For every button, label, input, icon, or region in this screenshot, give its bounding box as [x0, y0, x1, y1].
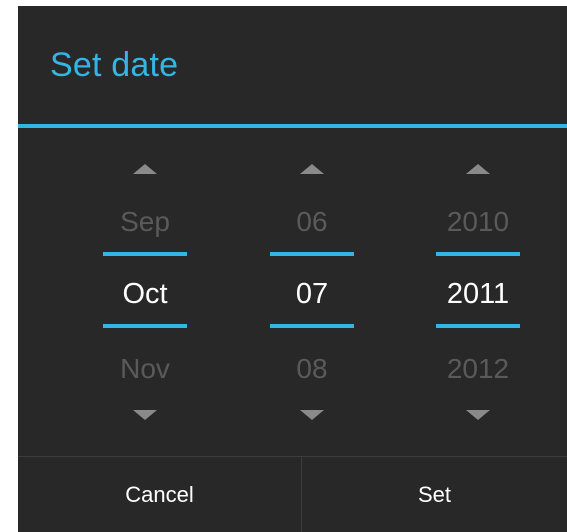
year-increment-icon[interactable] — [466, 164, 490, 174]
year-decrement-icon[interactable] — [466, 410, 490, 420]
month-current-value[interactable]: Oct — [90, 278, 200, 311]
day-selection-line-top — [270, 252, 354, 256]
day-selection-line-bottom — [270, 324, 354, 328]
dialog-button-bar: Cancel Set — [18, 456, 567, 532]
set-button[interactable]: Set — [302, 457, 567, 532]
day-next-value[interactable]: 08 — [257, 353, 367, 385]
cancel-button[interactable]: Cancel — [18, 457, 301, 532]
day-current-value[interactable]: 07 — [257, 278, 367, 311]
year-picker[interactable]: 2010 2011 2012 — [423, 128, 533, 456]
month-prev-value[interactable]: Sep — [90, 206, 200, 238]
year-current-value[interactable]: 2011 — [423, 278, 533, 311]
month-increment-icon[interactable] — [133, 164, 157, 174]
month-selection-line-bottom — [103, 324, 187, 328]
month-picker[interactable]: Sep Oct Nov — [90, 128, 200, 456]
date-picker-dialog: Set date Sep Oct Nov 06 07 08 2010 2011 … — [18, 6, 567, 532]
day-picker[interactable]: 06 07 08 — [257, 128, 367, 456]
day-prev-value[interactable]: 06 — [257, 206, 367, 238]
year-next-value[interactable]: 2012 — [423, 353, 533, 385]
day-increment-icon[interactable] — [300, 164, 324, 174]
day-decrement-icon[interactable] — [300, 410, 324, 420]
month-next-value[interactable]: Nov — [90, 353, 200, 385]
year-selection-line-bottom — [436, 324, 520, 328]
year-selection-line-top — [436, 252, 520, 256]
month-selection-line-top — [103, 252, 187, 256]
dialog-title-bar: Set date — [18, 6, 567, 124]
date-pickers: Sep Oct Nov 06 07 08 2010 2011 2012 — [18, 128, 567, 456]
month-decrement-icon[interactable] — [133, 410, 157, 420]
dialog-title: Set date — [50, 46, 179, 84]
year-prev-value[interactable]: 2010 — [423, 206, 533, 238]
